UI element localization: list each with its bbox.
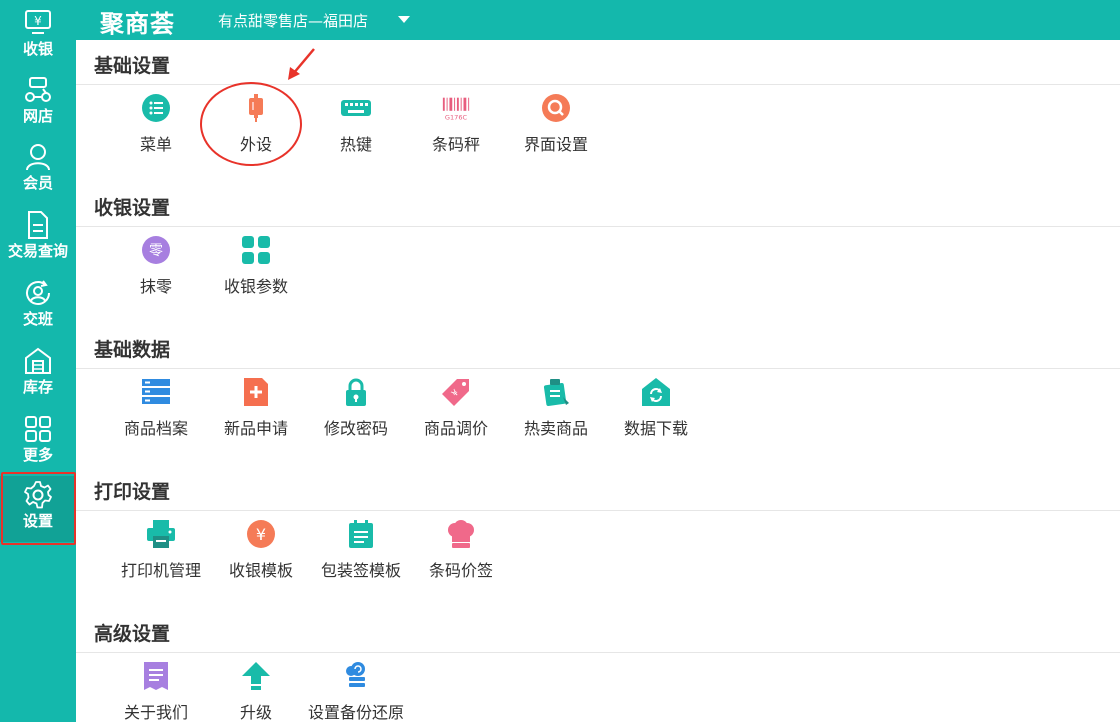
yen-icon: ¥ [246,519,276,549]
section-divider [76,510,1120,511]
scooter-icon [23,75,53,105]
settings-item-package-label-template[interactable]: 包装签模板 [313,519,409,581]
sidebar-item-label: 更多 [22,446,53,464]
sidebar-item-member[interactable]: 会员 [0,138,76,204]
new-file-icon [241,377,271,407]
item-label: 条码价签 [428,561,493,580]
section-divider [76,226,1120,227]
section-title-print-settings: 打印设置 [94,481,171,503]
cloud-backup-icon [341,661,371,691]
svg-text:零: 零 [149,243,163,259]
item-label: 新品申请 [223,419,288,438]
section-title-basic-settings: 基础设置 [94,55,171,77]
top-header: 聚商荟 有点甜零售店—福田店 [76,0,1120,40]
section-title-basic-data: 基础数据 [94,339,171,361]
settings-item-new-product[interactable]: 新品申请 [208,377,304,439]
search-circle-icon [541,93,571,123]
settings-item-hot-products[interactable]: 热卖商品 [508,377,604,439]
settings-item-hotkeys[interactable]: 热键 [308,93,404,155]
lock-icon [341,377,371,407]
annotation-circle [200,82,302,166]
item-label: 菜单 [139,135,172,154]
svg-text:G176C: G176C [445,113,468,121]
item-label: 修改密码 [323,419,388,438]
settings-item-checkout-params[interactable]: 收银参数 [208,235,304,297]
sidebar-item-label: 库存 [22,378,53,396]
warehouse-icon [23,346,53,376]
menu-list-icon [141,93,171,123]
app-logo: 聚商荟 [100,10,175,38]
hot-goods-icon [541,377,571,407]
settings-item-product-archive[interactable]: 商品档案 [108,377,204,439]
server-icon [141,377,171,407]
sidebar-item-shift[interactable]: 交班 [0,274,76,340]
sidebar-item-checkout[interactable]: ¥ 收银 [0,4,76,70]
section-title-advanced-settings: 高级设置 [94,623,171,645]
settings-item-barcode-scale[interactable]: G176C 条码秤 [408,93,504,155]
settings-item-printer-management[interactable]: 打印机管理 [113,519,209,581]
item-label: 关于我们 [123,703,188,722]
sidebar-item-label: 交班 [22,310,53,328]
item-label: 条码秤 [431,135,480,154]
section-divider [76,368,1120,369]
cashier-icon: ¥ [23,8,53,38]
item-label: 商品调价 [423,419,488,438]
barcode-icon: G176C [441,93,471,123]
item-label: 热卖商品 [523,419,588,438]
settings-item-upgrade[interactable]: 升级 [208,661,304,723]
about-doc-icon [141,661,171,691]
chef-hat-icon [446,519,476,549]
svg-text:¥: ¥ [256,525,266,544]
sidebar-item-inventory[interactable]: 库存 [0,342,76,408]
settings-item-price-adjust[interactable]: ¥ 商品调价 [408,377,504,439]
sidebar-item-label: 会员 [22,174,53,192]
calendar-icon [346,519,376,549]
sidebar-item-label: 交易查询 [7,242,68,260]
shift-user-icon [23,278,53,308]
document-icon [23,210,53,240]
item-label: 升级 [239,703,272,722]
item-label: 打印机管理 [120,561,201,580]
sidebar-item-transactions[interactable]: 交易查询 [0,206,76,272]
item-label: 商品档案 [123,419,188,438]
sidebar-item-more[interactable]: 更多 [0,410,76,476]
item-label: 设置备份还原 [308,703,405,722]
store-selector[interactable]: 有点甜零售店—福田店 [218,10,368,31]
section-divider [76,652,1120,653]
svg-text:¥: ¥ [34,14,42,28]
item-label: 包装签模板 [320,561,401,580]
sidebar-item-label: 网店 [22,107,53,125]
settings-item-about-us[interactable]: 关于我们 [108,661,204,723]
sidebar-item-label: 收银 [22,40,53,58]
chevron-down-icon[interactable] [398,16,410,23]
item-label: 数据下载 [623,419,688,438]
grid-icon [241,235,271,265]
settings-item-interface[interactable]: 界面设置 [508,93,604,155]
download-house-icon [641,377,671,407]
item-label: 界面设置 [523,135,588,154]
settings-item-rounding[interactable]: 零 抹零 [108,235,204,297]
grid-more-icon [23,414,53,444]
settings-item-receipt-template[interactable]: ¥ 收银模板 [213,519,309,581]
annotation-arrow-icon [288,48,315,80]
item-label: 收银参数 [223,277,288,296]
price-tag-icon: ¥ [441,377,471,407]
upgrade-arrow-icon [241,661,271,691]
section-title-checkout-settings: 收银设置 [94,197,171,219]
zero-icon: 零 [141,235,171,265]
item-label: 收银模板 [228,561,293,580]
settings-item-change-password[interactable]: 修改密码 [308,377,404,439]
settings-highlight-box [1,472,76,545]
sidebar: ¥ 收银 网店 会员 交易查询 交班 库存 更多 设置 [0,0,76,722]
user-icon [23,142,53,172]
item-label: 热键 [339,135,372,154]
printer-icon [146,519,176,549]
settings-item-menu[interactable]: 菜单 [108,93,204,155]
sidebar-item-online-store[interactable]: 网店 [0,71,76,137]
item-label: 抹零 [139,277,172,296]
keyboard-icon [341,93,371,123]
settings-item-data-download[interactable]: 数据下载 [608,377,704,439]
settings-item-backup-restore[interactable]: 设置备份还原 [308,661,404,723]
settings-item-barcode-price-label[interactable]: 条码价签 [413,519,509,581]
